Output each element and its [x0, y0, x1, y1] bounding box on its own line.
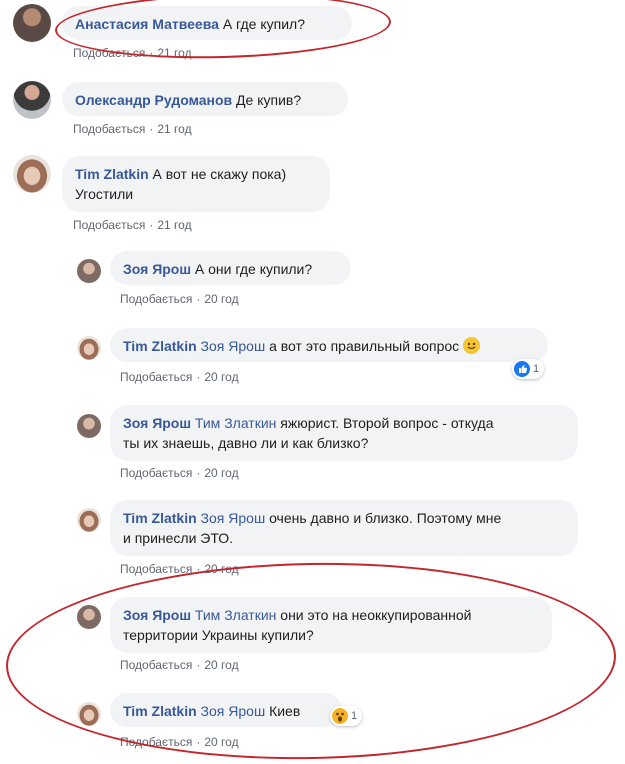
reply-meta: Подобається · 20 год: [120, 562, 239, 576]
avatar[interactable]: [77, 605, 101, 629]
timestamp[interactable]: 20 год: [204, 658, 238, 672]
like-link[interactable]: Подобається: [120, 370, 192, 384]
comment-text: А вот не скажу пока): [152, 166, 287, 182]
avatar[interactable]: [77, 259, 101, 283]
timestamp[interactable]: 20 год: [204, 466, 238, 480]
reply-author[interactable]: Tim Zlatkin: [123, 338, 197, 354]
smile-emoji-icon: [463, 337, 481, 354]
avatar[interactable]: [77, 702, 101, 726]
reply-text-line2: ты их знаешь, давно ли и как близко?: [123, 435, 369, 451]
reaction-count[interactable]: 1: [330, 706, 363, 726]
avatar[interactable]: [13, 4, 51, 42]
comment-bubble: Tim Zlatkin А вот не скажу пока) Угостил…: [62, 156, 330, 212]
like-icon: [514, 361, 530, 377]
reply-mention[interactable]: Зоя Ярош: [201, 703, 266, 719]
reaction-count[interactable]: 1: [512, 359, 545, 379]
comment-meta: Подобається · 21 год: [73, 46, 192, 60]
reply-mention[interactable]: Тим Златкин: [195, 415, 276, 431]
reply-bubble: Зоя Ярош Тим Златкин они это на неоккупи…: [110, 597, 552, 653]
reply-text: очень давно и близко. Поэтому мне: [269, 510, 502, 526]
reply-meta: Подобається · 20 год: [120, 466, 239, 480]
annotation-oval-bottom: [4, 557, 618, 764]
comment-text: А где купил?: [222, 16, 306, 32]
like-link[interactable]: Подобається: [73, 218, 145, 232]
reply-text-line2: и принесли ЭТО.: [123, 530, 234, 546]
reply-meta: Подобається · 20 год: [120, 658, 239, 672]
like-link[interactable]: Подобається: [120, 562, 192, 576]
reply-author[interactable]: Зоя Ярош: [123, 607, 191, 623]
comment-meta: Подобається · 21 год: [73, 218, 192, 232]
reply-author[interactable]: Зоя Ярош: [123, 261, 191, 277]
avatar[interactable]: [13, 81, 51, 119]
reply-meta: Подобається · 20 год: [120, 370, 239, 384]
avatar[interactable]: [77, 336, 101, 360]
comment-bubble: Олександр Рудоманов Де купив?: [62, 82, 348, 116]
reply-text-line2: территории Украины купили?: [123, 627, 314, 643]
reply-text: А они где купили?: [194, 261, 313, 277]
comment-author[interactable]: Олександр Рудоманов: [75, 92, 232, 108]
timestamp[interactable]: 20 год: [204, 735, 238, 749]
reply-author[interactable]: Зоя Ярош: [123, 415, 191, 431]
like-link[interactable]: Подобається: [120, 658, 192, 672]
like-link[interactable]: Подобається: [73, 122, 145, 136]
timestamp[interactable]: 20 год: [204, 562, 238, 576]
like-link[interactable]: Подобається: [120, 466, 192, 480]
reply-author[interactable]: Tim Zlatkin: [123, 510, 197, 526]
avatar[interactable]: [77, 414, 101, 438]
comment-text-line2: Угостили: [75, 186, 134, 202]
reaction-number: 1: [351, 710, 358, 722]
timestamp[interactable]: 21 год: [157, 46, 191, 60]
reply-bubble: Tim Zlatkin Зоя Ярош Киев: [110, 693, 342, 727]
reply-bubble: Tim Zlatkin Зоя Ярош очень давно и близк…: [110, 500, 578, 556]
reply-bubble: Зоя Ярош А они где купили?: [110, 251, 351, 285]
reply-mention[interactable]: Тим Златкин: [195, 607, 276, 623]
reply-text: яжюрист. Второй вопрос - откуда: [280, 415, 494, 431]
reply-text: а вот это правильный вопрос: [269, 338, 460, 354]
timestamp[interactable]: 20 год: [204, 292, 238, 306]
reply-author[interactable]: Tim Zlatkin: [123, 703, 197, 719]
comment-author[interactable]: Анастасия Матвеева: [75, 16, 219, 32]
avatar[interactable]: [77, 508, 101, 532]
reply-mention[interactable]: Зоя Ярош: [201, 338, 266, 354]
timestamp[interactable]: 20 год: [204, 370, 238, 384]
avatar[interactable]: [13, 155, 51, 193]
reply-bubble: Зоя Ярош Тим Златкин яжюрист. Второй воп…: [110, 405, 578, 461]
comment-author[interactable]: Tim Zlatkin: [75, 166, 149, 182]
comment-meta: Подобається · 21 год: [73, 122, 192, 136]
comment-bubble: Анастасия Матвеева А где купил?: [62, 6, 352, 40]
reaction-number: 1: [533, 363, 540, 375]
timestamp[interactable]: 21 год: [157, 218, 191, 232]
like-link[interactable]: Подобається: [73, 46, 145, 60]
reply-mention[interactable]: Зоя Ярош: [201, 510, 266, 526]
reply-bubble: Tim Zlatkin Зоя Ярош а вот это правильны…: [110, 328, 548, 362]
comment-text: Де купив?: [236, 92, 302, 108]
reply-meta: Подобається · 20 год: [120, 292, 239, 306]
like-link[interactable]: Подобається: [120, 292, 192, 306]
reply-text: Киев: [269, 703, 301, 719]
wow-icon: [332, 708, 348, 724]
timestamp[interactable]: 21 год: [157, 122, 191, 136]
reply-meta: Подобається · 20 год: [120, 735, 239, 749]
like-link[interactable]: Подобається: [120, 735, 192, 749]
reply-text: они это на неоккупированной: [280, 607, 472, 623]
